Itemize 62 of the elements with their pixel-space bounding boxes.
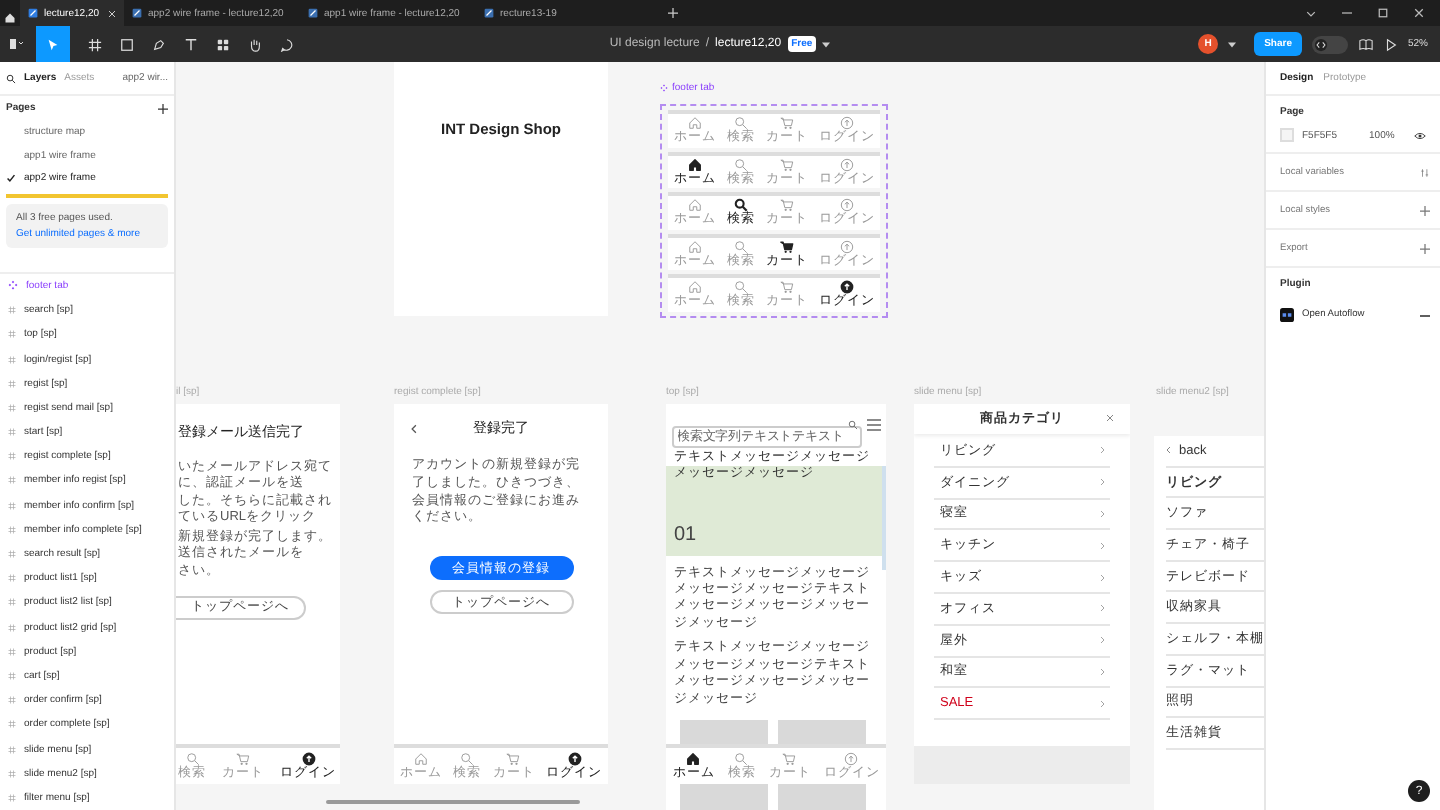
file-icon — [308, 8, 318, 18]
close-icon[interactable] — [108, 9, 116, 17]
add-icon[interactable] — [1420, 205, 1430, 215]
new-tab-icon[interactable] — [668, 8, 678, 18]
frame-icon — [8, 452, 16, 461]
file-icon — [484, 8, 494, 18]
rectangle-icon[interactable] — [119, 37, 133, 51]
frame-icon — [8, 428, 16, 437]
frame-icon — [8, 501, 16, 510]
variables-icon[interactable] — [1420, 167, 1430, 177]
menu-icon — [866, 418, 882, 432]
caret-icon[interactable] — [1228, 41, 1237, 47]
plugin-icon — [1280, 308, 1294, 322]
pointer-icon[interactable] — [46, 37, 60, 51]
color-swatch[interactable] — [1280, 128, 1294, 142]
frame-icon — [8, 379, 16, 388]
close-icon[interactable] — [1414, 8, 1424, 18]
frame-icon — [8, 355, 16, 364]
frame-icon — [8, 550, 16, 559]
minimize-icon[interactable] — [1342, 8, 1352, 18]
frame-icon — [8, 525, 16, 534]
check-icon — [6, 174, 16, 183]
frame-icon — [8, 720, 16, 729]
frame-icon — [8, 598, 16, 607]
frame-icon — [8, 476, 16, 485]
frame-icon — [8, 696, 16, 705]
frame-icon — [8, 330, 16, 339]
text-tool-icon[interactable] — [183, 37, 197, 51]
chevron-down-icon[interactable] — [1306, 9, 1316, 17]
play-icon[interactable] — [1383, 37, 1398, 51]
resources-icon[interactable] — [215, 37, 229, 51]
scrollbar[interactable] — [326, 800, 580, 804]
frame-icon — [8, 769, 16, 778]
frame-icon — [8, 671, 16, 680]
dev-mode-toggle[interactable] — [1311, 35, 1348, 53]
caret-icon[interactable] — [822, 41, 831, 47]
frame-icon — [8, 403, 16, 412]
component-icon — [8, 280, 18, 291]
add-icon[interactable] — [1420, 243, 1430, 253]
frame-icon — [8, 574, 16, 583]
add-icon[interactable] — [158, 103, 168, 113]
frame-icon — [8, 647, 16, 656]
search-icon — [848, 420, 858, 430]
hand-icon[interactable] — [247, 37, 261, 51]
file-icon — [28, 8, 38, 18]
frame-icon — [8, 623, 16, 632]
maximize-icon[interactable] — [1378, 8, 1388, 18]
component-icon — [660, 84, 668, 92]
slide-number: 01 — [674, 523, 697, 545]
close-icon — [1106, 414, 1114, 422]
frame-icon[interactable] — [87, 37, 101, 51]
file-icon — [132, 8, 142, 18]
code-icon — [1313, 37, 1328, 51]
frame-icon — [8, 306, 16, 315]
pen-icon[interactable] — [151, 37, 165, 51]
frame-icon — [8, 793, 16, 802]
search-icon[interactable] — [6, 73, 16, 83]
eye-icon[interactable] — [1414, 131, 1426, 139]
back-icon — [410, 424, 418, 434]
comment-icon[interactable] — [279, 37, 293, 51]
frame-icon — [8, 745, 16, 754]
book-icon[interactable] — [1357, 37, 1374, 51]
